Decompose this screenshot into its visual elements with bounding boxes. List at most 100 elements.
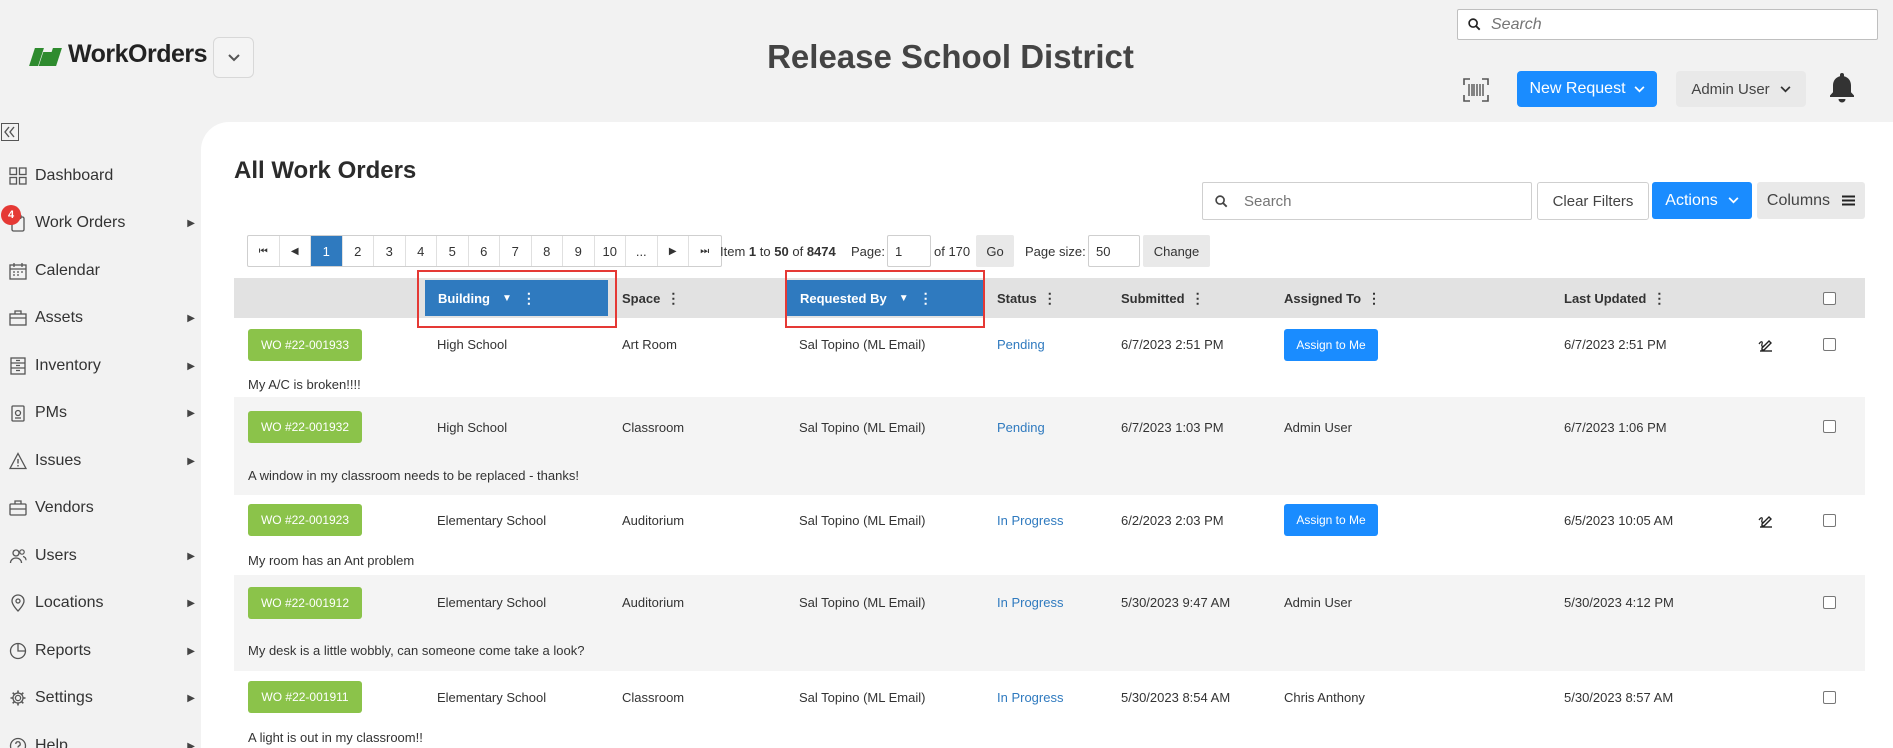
change-page-size-button[interactable]: Change [1143,235,1210,267]
sidebar-item-issues[interactable]: Issues ▶ [9,447,195,475]
requested-by-cell: Sal Topino (ML Email) [799,595,926,610]
status-link[interactable]: Pending [997,337,1045,352]
row-checkbox[interactable] [1823,596,1836,609]
requested-by-cell: Sal Topino (ML Email) [799,513,926,528]
work-order-search-input[interactable] [1244,192,1524,210]
chevron-down-icon [1728,197,1739,204]
sidebar-item-settings[interactable]: Settings ▶ [9,684,195,712]
page-1-button[interactable]: 1 [311,236,343,266]
submitted-cell: 5/30/2023 8:54 AM [1121,690,1231,705]
user-menu-button[interactable]: Admin User [1676,71,1806,107]
page-4-button[interactable]: 4 [406,236,437,266]
status-link[interactable]: In Progress [997,595,1063,610]
more-pages-button[interactable]: ... [626,236,658,266]
sidebar-item-label: Issues [35,452,82,469]
edit-signature-icon[interactable] [1758,337,1774,353]
work-order-id-button[interactable]: WO #22-001932 [248,411,362,443]
sidebar-item-inventory[interactable]: Inventory ▶ [9,352,195,380]
submitted-cell: 5/30/2023 9:47 AM [1121,595,1231,610]
sidebar-item-work-orders[interactable]: 4 Work Orders ▶ [1,205,195,237]
sidebar-item-label: Vendors [35,499,94,516]
column-menu-icon[interactable]: ⋮ [1191,290,1205,307]
pin-icon [11,594,25,612]
page-7-button[interactable]: 7 [500,236,532,266]
page-3-button[interactable]: 3 [374,236,406,266]
work-order-search[interactable] [1202,182,1532,220]
collapse-sidebar-icon[interactable] [1,123,19,141]
prev-page-button[interactable]: ◀ [280,236,311,266]
sidebar-item-dashboard[interactable]: Dashboard [9,162,195,190]
last-updated-cell: 6/7/2023 2:51 PM [1564,337,1667,352]
columns-button[interactable]: Columns [1757,182,1865,219]
app-logo[interactable]: WorkOrders [29,40,208,69]
row-description: A light is out in my classroom!! [248,730,423,745]
edit-signature-icon[interactable] [1758,513,1774,529]
status-link[interactable]: Pending [997,420,1045,435]
sidebar-item-label: Users [35,547,77,564]
page-6-button[interactable]: 6 [469,236,500,266]
column-menu-icon[interactable]: ⋮ [1043,290,1057,307]
sidebar-item-calendar[interactable]: Calendar [9,257,195,285]
work-order-id-button[interactable]: WO #22-001912 [248,587,362,619]
table-row [234,495,1865,575]
column-menu-icon[interactable]: ⋮ [1367,290,1381,307]
status-link[interactable]: In Progress [997,690,1063,705]
sidebar-item-label: Assets [35,309,84,326]
sidebar-item-vendors[interactable]: Vendors [9,494,195,522]
row-checkbox[interactable] [1823,338,1836,351]
column-header-status[interactable]: Status ⋮ [997,278,1057,318]
last-page-button[interactable]: ⏭ [689,236,721,266]
page-number-input[interactable]: 1 [887,235,931,267]
page-size-input[interactable]: 50 [1088,235,1140,267]
work-order-id-button[interactable]: WO #22-001911 [248,681,362,713]
actions-button[interactable]: Actions [1652,182,1752,219]
sidebar-item-pms[interactable]: PMs ▶ [9,399,195,427]
page-5-button[interactable]: 5 [437,236,469,266]
sidebar-item-label: Reports [35,642,92,659]
app-switcher-button[interactable] [213,37,254,78]
sidebar-item-users[interactable]: Users ▶ [9,542,195,570]
assign-to-me-button[interactable]: Assign to Me [1284,504,1378,536]
space-cell: Classroom [622,690,685,705]
page-2-button[interactable]: 2 [343,236,374,266]
hamburger-icon [1842,195,1856,206]
next-page-button[interactable]: ▶ [658,236,689,266]
first-page-button[interactable]: ⏮ [248,236,280,266]
row-checkbox[interactable] [1823,514,1836,527]
clear-filters-button[interactable]: Clear Filters [1537,182,1649,220]
search-icon [1468,18,1481,31]
column-header-space[interactable]: Space ⋮ [622,278,680,318]
global-search[interactable] [1457,9,1878,40]
work-order-id-button[interactable]: WO #22-001923 [248,504,362,536]
column-header-submitted[interactable]: Submitted ⋮ [1121,278,1205,318]
sidebar-item-assets[interactable]: Assets ▶ [9,304,195,332]
building-cell: High School [437,337,508,352]
status-link[interactable]: In Progress [997,513,1063,528]
page-10-button[interactable]: 10 [595,236,626,266]
user-name: Admin User [1691,80,1770,98]
column-menu-icon[interactable]: ⋮ [666,290,680,307]
sidebar-item-reports[interactable]: Reports ▶ [9,637,195,665]
barcode-scan-icon[interactable] [1463,78,1489,102]
pm-icon [11,405,25,422]
expand-arrow-icon: ▶ [187,550,195,562]
work-order-id-button[interactable]: WO #22-001933 [248,329,362,361]
new-request-button[interactable]: New Request [1517,71,1657,107]
page-8-button[interactable]: 8 [532,236,563,266]
users-icon [9,549,27,564]
column-header-last-updated[interactable]: Last Updated ⋮ [1564,278,1666,318]
row-checkbox[interactable] [1823,420,1836,433]
sidebar-item-help[interactable]: Help ▶ [9,732,195,748]
space-cell: Classroom [622,420,685,435]
global-search-input[interactable] [1491,15,1851,34]
row-checkbox[interactable] [1823,691,1836,704]
sidebar-item-label: Settings [35,689,93,706]
sidebar-item-locations[interactable]: Locations ▶ [9,589,195,617]
column-header-assigned-to[interactable]: Assigned To ⋮ [1284,278,1381,318]
page-9-button[interactable]: 9 [563,236,595,266]
go-button[interactable]: Go [976,235,1014,267]
column-menu-icon[interactable]: ⋮ [1652,290,1666,307]
select-all-checkbox[interactable] [1823,292,1836,305]
assign-to-me-button[interactable]: Assign to Me [1284,329,1378,361]
bell-icon[interactable] [1828,71,1856,103]
